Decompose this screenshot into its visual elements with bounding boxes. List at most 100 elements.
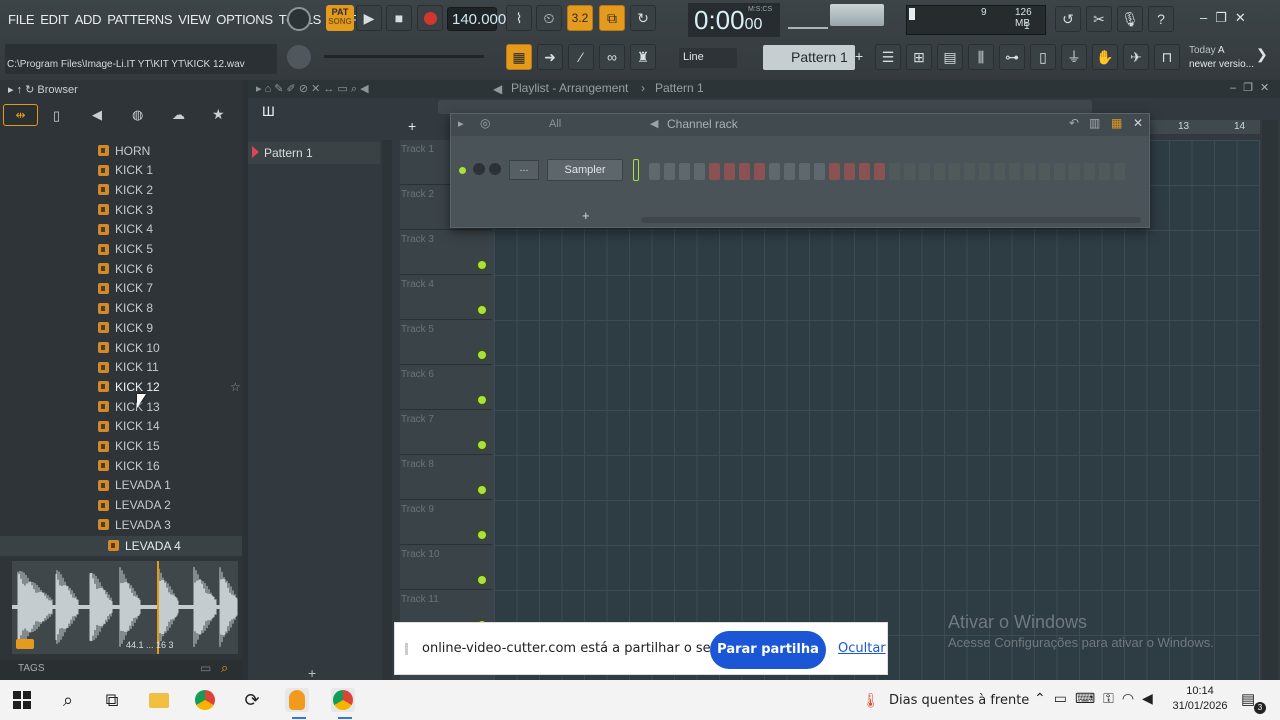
track-header[interactable]: Track 7 bbox=[400, 410, 492, 455]
playlist-window-controls[interactable]: –❐✕ bbox=[1230, 81, 1276, 94]
favorites-tab[interactable]: ★ bbox=[212, 106, 225, 123]
weather-icon[interactable]: 🌡 bbox=[862, 692, 880, 709]
stop-button[interactable]: ■ bbox=[386, 5, 412, 31]
tempo-display[interactable]: 140.000 bbox=[447, 7, 506, 31]
channel-volume-knob[interactable] bbox=[489, 163, 501, 175]
add-channel-icon[interactable]: + bbox=[582, 208, 590, 223]
wait-input-button[interactable]: ⏲ bbox=[536, 5, 562, 31]
arrow-button[interactable]: ➜ bbox=[537, 44, 563, 70]
rack-close-icon[interactable]: ✕ bbox=[1133, 116, 1143, 130]
start-button[interactable] bbox=[10, 688, 34, 712]
step-button[interactable] bbox=[739, 163, 750, 180]
browser-item[interactable]: KICK 15 bbox=[98, 437, 160, 456]
menu-file[interactable]: FILE bbox=[8, 12, 35, 27]
track-header[interactable]: Track 3 bbox=[400, 230, 492, 275]
step-button[interactable] bbox=[919, 163, 930, 180]
step-button[interactable] bbox=[1009, 163, 1020, 180]
loop-record-button[interactable]: ↻ bbox=[630, 5, 656, 31]
waveform-preview[interactable]: 44.1 ... 16 3 bbox=[12, 561, 238, 654]
countdown-button[interactable]: 3.2 bbox=[567, 5, 593, 31]
step-button[interactable] bbox=[949, 163, 960, 180]
track-header[interactable]: Track 9 bbox=[400, 500, 492, 545]
step-button[interactable] bbox=[724, 163, 735, 180]
undo-button[interactable]: ↺ bbox=[1055, 6, 1081, 32]
play-button[interactable]: ▶ bbox=[356, 5, 382, 31]
browser-nav-icon[interactable]: ▸ ↑ ↻ bbox=[8, 84, 34, 96]
shop-button[interactable]: ⊓ bbox=[1154, 44, 1180, 70]
file-explorer-button[interactable] bbox=[147, 688, 171, 712]
swing-knob-icon[interactable]: ◎ bbox=[480, 116, 490, 130]
step-button[interactable] bbox=[829, 163, 840, 180]
rack-undo-icon[interactable]: ↶ bbox=[1069, 116, 1079, 130]
clock[interactable]: 10:14 31/01/2026 bbox=[1170, 685, 1230, 712]
step-button[interactable] bbox=[769, 163, 780, 180]
browser-item[interactable]: KICK 12 bbox=[98, 377, 160, 396]
folder-icon[interactable]: ▭ bbox=[200, 661, 211, 675]
all-files-tab[interactable]: ⇹ bbox=[3, 104, 38, 126]
add-track-icon[interactable]: + bbox=[308, 665, 316, 681]
track-mute-led[interactable] bbox=[478, 576, 486, 584]
files-tab[interactable]: ▯ bbox=[53, 108, 60, 124]
step-button[interactable] bbox=[874, 163, 885, 180]
browser-item[interactable]: KICK 16 bbox=[98, 456, 160, 475]
menu-view[interactable]: VIEW bbox=[178, 12, 210, 27]
step-button[interactable] bbox=[964, 163, 975, 180]
news-panel[interactable]: Today A newer versio... bbox=[1189, 44, 1254, 72]
plugin-button[interactable]: ⏚ bbox=[1061, 44, 1087, 70]
channel-select-indicator[interactable] bbox=[633, 159, 639, 181]
drag-handle-icon[interactable] bbox=[405, 643, 408, 655]
browser-item[interactable]: KICK 14 bbox=[98, 417, 160, 436]
track-mute-led[interactable] bbox=[478, 396, 486, 404]
playlist-tools-icon[interactable]: ▸ ⌂ ✎ ✐ ⊘ ✕ ↔ ▭ ⌕ ◀ bbox=[256, 82, 369, 96]
vertical-scrollbar[interactable] bbox=[1262, 120, 1278, 680]
playlist-button[interactable]: ☰ bbox=[875, 44, 901, 70]
news-arrow-icon[interactable]: ❯ bbox=[1256, 46, 1268, 63]
browser-item[interactable]: LEVADA 3 bbox=[98, 515, 171, 534]
step-button[interactable] bbox=[1114, 163, 1125, 180]
mixer-button[interactable]: ⫼ bbox=[968, 44, 994, 70]
step-button[interactable] bbox=[934, 163, 945, 180]
channel-mute-led[interactable] bbox=[459, 167, 466, 174]
fl-studio-button[interactable] bbox=[285, 688, 309, 712]
restore-icon[interactable]: ❐ bbox=[1215, 10, 1235, 25]
master-volume-knob[interactable] bbox=[287, 7, 311, 31]
browser-item[interactable]: LEVADA 2 bbox=[98, 496, 171, 515]
menu-options[interactable]: OPTIONS bbox=[216, 12, 273, 27]
step-button[interactable] bbox=[904, 163, 915, 180]
step-button[interactable] bbox=[649, 163, 660, 180]
task-view-button[interactable]: ⧉ bbox=[100, 688, 124, 712]
browser-item[interactable]: KICK 8 bbox=[98, 299, 153, 318]
step-button[interactable] bbox=[994, 163, 1005, 180]
picker-scrollbar[interactable] bbox=[382, 140, 392, 680]
search-button[interactable]: ⌕ bbox=[56, 688, 80, 712]
step-button[interactable] bbox=[679, 163, 690, 180]
cloud-tab[interactable]: ☁ bbox=[172, 107, 185, 123]
step-button[interactable] bbox=[859, 163, 870, 180]
browser-item[interactable]: LEVADA 1 bbox=[98, 476, 171, 495]
step-button[interactable] bbox=[1054, 163, 1065, 180]
channel-filter[interactable]: All bbox=[549, 118, 561, 130]
snap-selector[interactable]: Line bbox=[679, 48, 737, 68]
track-header[interactable]: Track 10 bbox=[400, 545, 492, 590]
step-button[interactable] bbox=[814, 163, 825, 180]
master-pitch-knob[interactable] bbox=[287, 45, 311, 69]
menu-patterns[interactable]: PATTERNS bbox=[107, 12, 172, 27]
step-edit-button[interactable]: ⧉ bbox=[599, 5, 625, 31]
chrome-button[interactable] bbox=[193, 688, 217, 712]
step-button[interactable] bbox=[889, 163, 900, 180]
track-mute-led[interactable] bbox=[478, 261, 486, 269]
weather-text[interactable]: Dias quentes à frente bbox=[889, 693, 1029, 708]
chrome-active-button[interactable] bbox=[331, 688, 355, 712]
channel-rack-button[interactable]: ▤ bbox=[937, 44, 963, 70]
record-button[interactable] bbox=[417, 5, 443, 31]
browser-item[interactable]: KICK 2 bbox=[98, 180, 153, 199]
audio-settings-button[interactable]: 🎙 bbox=[1117, 6, 1143, 32]
piano-roll-button[interactable]: ▦ bbox=[506, 44, 532, 70]
pat-song-toggle[interactable]: PAT SONG bbox=[326, 5, 354, 31]
rack-menu-icon[interactable]: ▸ bbox=[458, 117, 464, 130]
browser-item[interactable]: KICK 3 bbox=[98, 200, 153, 219]
step-button[interactable] bbox=[709, 163, 720, 180]
step-button[interactable] bbox=[844, 163, 855, 180]
tempo-tapper-button[interactable]: ✋ bbox=[1092, 44, 1118, 70]
step-button[interactable] bbox=[1024, 163, 1035, 180]
